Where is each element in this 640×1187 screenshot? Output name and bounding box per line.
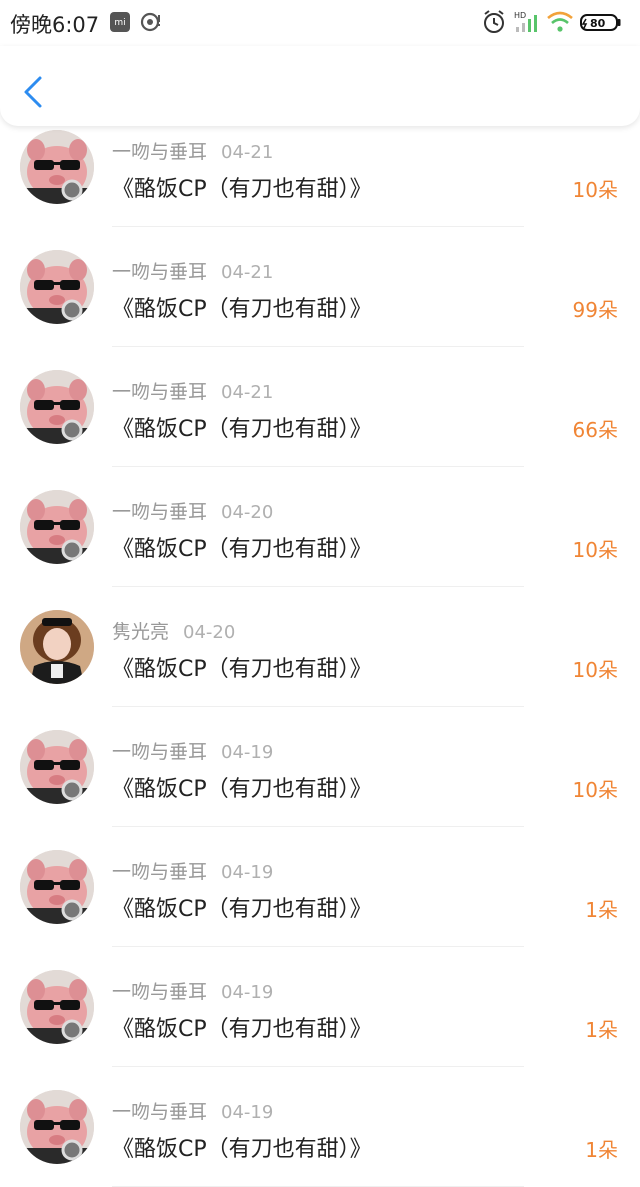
- avatar-pig-icon: [20, 370, 94, 444]
- back-arrow-icon: [24, 76, 42, 108]
- battery-icon: 80: [580, 9, 622, 39]
- user-name: 一吻与垂耳: [112, 141, 208, 163]
- item-meta: 一吻与垂耳 04-19: [112, 857, 273, 884]
- list-item[interactable]: 一吻与垂耳 04-19 《酪饭CP（有刀也有甜）》 1朵: [0, 930, 640, 1067]
- gift-amount: 99朵: [572, 298, 618, 322]
- item-meta: 隽光亮 04-20: [112, 617, 235, 644]
- avatar[interactable]: [20, 850, 94, 924]
- avatar[interactable]: [20, 490, 94, 564]
- gift-date: 04-21: [221, 382, 274, 403]
- item-meta: 一吻与垂耳 04-21: [112, 377, 273, 404]
- gift-date: 04-19: [221, 1102, 274, 1123]
- gift-amount: 1朵: [585, 898, 618, 922]
- item-title: 《酪饭CP（有刀也有甜）》: [112, 657, 372, 682]
- avatar[interactable]: [20, 610, 94, 684]
- gift-date: 04-19: [221, 742, 274, 763]
- avatar[interactable]: [20, 970, 94, 1044]
- list-item[interactable]: 一吻与垂耳 04-19 《酪饭CP（有刀也有甜）》 1朵: [0, 1050, 640, 1187]
- avatar[interactable]: [20, 130, 94, 204]
- user-name: 一吻与垂耳: [112, 1101, 208, 1123]
- avatar-pig-icon: [20, 130, 94, 204]
- user-name: 一吻与垂耳: [112, 501, 208, 523]
- avatar-pig-icon: [20, 730, 94, 804]
- item-meta: 一吻与垂耳 04-21: [112, 257, 273, 284]
- gift-amount: 1朵: [585, 1018, 618, 1042]
- gift-amount: 1朵: [585, 1138, 618, 1162]
- user-name: 一吻与垂耳: [112, 981, 208, 1003]
- gift-date: 04-19: [221, 982, 274, 1003]
- top-navigation-bar: [0, 46, 640, 126]
- avatar-pig-icon: [20, 490, 94, 564]
- gift-amount: 10朵: [572, 538, 618, 562]
- list-item[interactable]: 一吻与垂耳 04-21 《酪饭CP（有刀也有甜）》 66朵: [0, 330, 640, 467]
- message-notification-icon: [140, 11, 162, 37]
- list-item[interactable]: 隽光亮 04-20 《酪饭CP（有刀也有甜）》 10朵: [0, 570, 640, 707]
- avatar-pig-icon: [20, 250, 94, 324]
- user-name: 一吻与垂耳: [112, 861, 208, 883]
- item-meta: 一吻与垂耳 04-19: [112, 977, 273, 1004]
- item-meta: 一吻与垂耳 04-19: [112, 1097, 273, 1124]
- item-title: 《酪饭CP（有刀也有甜）》: [112, 1137, 372, 1162]
- back-button[interactable]: [18, 72, 48, 112]
- avatar[interactable]: [20, 370, 94, 444]
- item-title: 《酪饭CP（有刀也有甜）》: [112, 417, 372, 442]
- status-bar: 傍晚6:07 mi HD 80: [0, 0, 640, 46]
- item-meta: 一吻与垂耳 04-19: [112, 737, 273, 764]
- avatar-pig-icon: [20, 1090, 94, 1164]
- gift-amount: 66朵: [572, 418, 618, 442]
- avatar[interactable]: [20, 250, 94, 324]
- avatar-pig-icon: [20, 970, 94, 1044]
- gift-record-list: 一吻与垂耳 04-21 《酪饭CP（有刀也有甜）》 10朵 一吻与垂耳 04-21 《酪饭C…: [0, 90, 640, 1187]
- gift-date: 04-21: [221, 142, 274, 163]
- list-item[interactable]: 一吻与垂耳 04-19 《酪饭CP（有刀也有甜）》 1朵: [0, 810, 640, 947]
- gift-date: 04-20: [221, 502, 274, 523]
- item-title: 《酪饭CP（有刀也有甜）》: [112, 897, 372, 922]
- gift-amount: 10朵: [572, 178, 618, 202]
- user-name: 一吻与垂耳: [112, 261, 208, 283]
- avatar-girl-photo-icon: [20, 610, 94, 684]
- item-title: 《酪饭CP（有刀也有甜）》: [112, 177, 372, 202]
- status-time: 傍晚6:07: [10, 13, 100, 37]
- cellular-signal-icon: HD: [514, 9, 542, 39]
- alarm-icon: [482, 9, 506, 39]
- wifi-icon: [546, 9, 574, 39]
- gift-amount: 10朵: [572, 658, 618, 682]
- item-meta: 一吻与垂耳 04-20: [112, 497, 273, 524]
- gift-date: 04-20: [183, 622, 236, 643]
- user-name: 隽光亮: [112, 621, 170, 643]
- user-name: 一吻与垂耳: [112, 381, 208, 403]
- list-item[interactable]: 一吻与垂耳 04-19 《酪饭CP（有刀也有甜）》 10朵: [0, 690, 640, 827]
- list-item[interactable]: 一吻与垂耳 04-20 《酪饭CP（有刀也有甜）》 10朵: [0, 450, 640, 587]
- battery-level: 80: [590, 17, 606, 30]
- item-title: 《酪饭CP（有刀也有甜）》: [112, 297, 372, 322]
- gift-date: 04-21: [221, 262, 274, 283]
- item-title: 《酪饭CP（有刀也有甜）》: [112, 537, 372, 562]
- avatar[interactable]: [20, 1090, 94, 1164]
- avatar[interactable]: [20, 730, 94, 804]
- network-type-label: HD: [514, 11, 526, 20]
- avatar-pig-icon: [20, 850, 94, 924]
- item-title: 《酪饭CP（有刀也有甜）》: [112, 1017, 372, 1042]
- list-item[interactable]: 一吻与垂耳 04-21 《酪饭CP（有刀也有甜）》 99朵: [0, 210, 640, 347]
- user-name: 一吻与垂耳: [112, 741, 208, 763]
- mi-app-icon: mi: [110, 12, 130, 32]
- item-meta: 一吻与垂耳 04-21: [112, 137, 273, 164]
- gift-date: 04-19: [221, 862, 274, 883]
- item-title: 《酪饭CP（有刀也有甜）》: [112, 777, 372, 802]
- gift-amount: 10朵: [572, 778, 618, 802]
